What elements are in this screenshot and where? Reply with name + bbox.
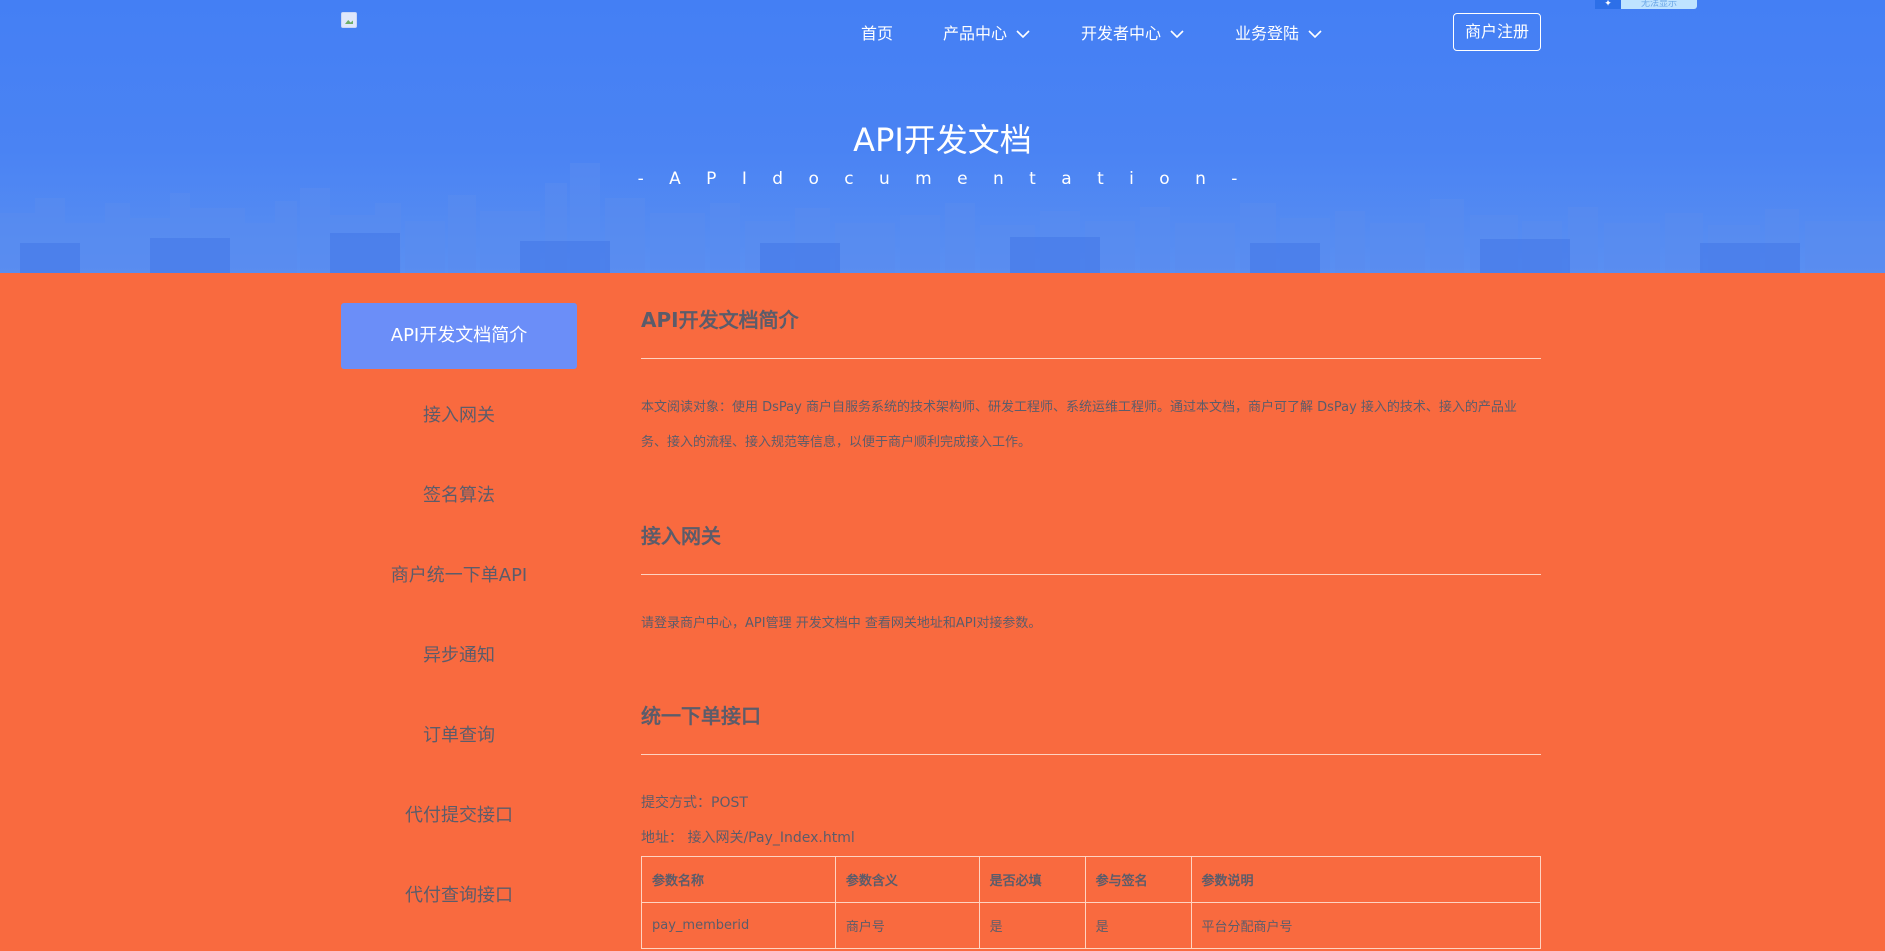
nav-business-login-label: 业务登陆 [1235,24,1300,43]
sidebar-item-payout-query[interactable]: 代付查询接口 [341,863,577,929]
section-title-gateway: 接入网关 [641,524,721,548]
section-title-unified-order: 统一下单接口 [641,704,761,728]
column-header: 参与签名 [1084,856,1192,903]
nav-developers[interactable]: 开发者中心 [1081,22,1185,46]
logo-image[interactable] [341,12,357,28]
sidebar-item-signature[interactable]: 签名算法 [341,463,577,529]
chevron-down-icon [1170,30,1184,39]
merchant-register-button[interactable]: 商户注册 [1453,13,1541,51]
page-subtitle: - A P I d o c u m e n t a t i o n - [637,169,1248,189]
nav-home[interactable]: 首页 [861,22,893,46]
column-header: 参数说明 [1190,856,1541,903]
badge-label: 无法显示 [1621,0,1697,9]
badge-logo-icon: ✦ [1595,0,1621,9]
table-cell: 商户号 [834,902,980,949]
nav-developers-label: 开发者中心 [1081,24,1162,43]
nav-products[interactable]: 产品中心 [943,22,1031,46]
table-cell: pay_memberid [641,902,836,949]
table-cell: 平台分配商户号 [1190,902,1541,949]
column-header: 参数名称 [641,856,836,903]
section-title-intro: API开发文档简介 [641,308,799,332]
nav-home-label: 首页 [861,24,894,43]
hero-banner: 首页 产品中心 开发者中心 业务登陆 商户注册 ✦ 无法显示 API开发文档 -… [0,0,1885,273]
table-cell: 是 [1084,902,1192,949]
section-divider [641,754,1541,755]
page-title: API开发文档 [853,121,1032,159]
sidebar-item-gateway[interactable]: 接入网关 [341,383,577,449]
section-divider [641,574,1541,575]
sidebar-item-unified-order[interactable]: 商户统一下单API [341,543,577,609]
intro-paragraph: 本文阅读对象：使用 DsPay 商户自服务系统的技术架构师、研发工程师、系统运维… [641,400,1517,450]
column-header: 是否必填 [978,856,1086,903]
parameter-table: 参数名称 参数含义 是否必填 参与签名 参数说明 pay_memberid 商户… [641,856,1541,949]
sidebar-item-api-intro[interactable]: API开发文档简介 [341,303,577,369]
section-divider [641,358,1541,359]
chevron-down-icon [1016,30,1030,39]
nav-business-login[interactable]: 业务登陆 [1235,22,1323,46]
table-cell: 是 [978,902,1086,949]
sidebar-item-payout-submit[interactable]: 代付提交接口 [341,783,577,849]
chevron-down-icon [1308,30,1322,39]
sidebar-item-order-query[interactable]: 订单查询 [341,703,577,769]
endpoint-address: 地址： 接入网关/Pay_Index.html [641,830,855,846]
column-header: 参数含义 [834,856,980,903]
table-header-row: 参数名称 参数含义 是否必填 参与签名 参数说明 [641,856,1541,903]
submit-method: 提交方式：POST [641,795,748,811]
gateway-paragraph: 请登录商户中心，API管理 开发文档中 查看网关地址和API对接参数。 [641,616,1042,631]
table-row: pay_memberid 商户号 是 是 平台分配商户号 [641,902,1541,949]
sidebar-item-async-notify[interactable]: 异步通知 [341,623,577,689]
corner-badge[interactable]: ✦ 无法显示 [1595,0,1697,9]
nav-products-label: 产品中心 [943,24,1008,43]
